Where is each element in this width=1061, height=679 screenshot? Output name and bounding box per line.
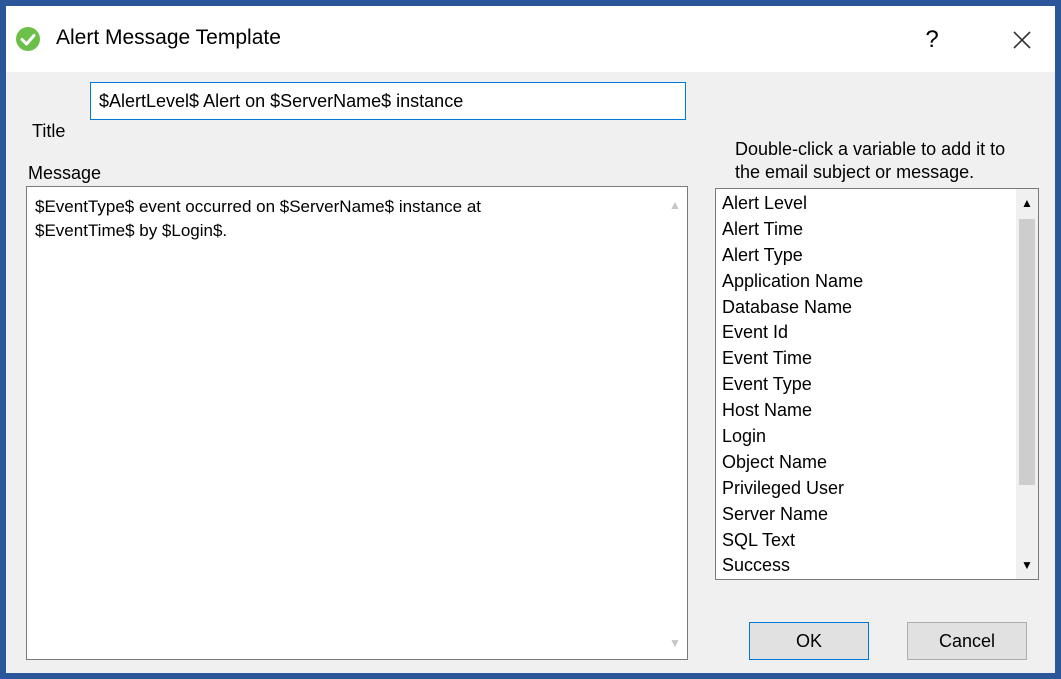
scroll-up-icon[interactable]: ▲ <box>663 193 687 217</box>
variable-hint: Double-click a variable to add it to the… <box>735 138 1005 184</box>
variable-hint-line2: the email subject or message. <box>735 162 975 182</box>
variable-list-item[interactable]: SQL Text <box>722 528 863 554</box>
variable-list-item[interactable]: Login <box>722 424 863 450</box>
message-label: Message <box>28 163 102 183</box>
dialog-content: Title Message Double-click a variable to… <box>6 72 1055 673</box>
help-button[interactable]: ? <box>902 20 962 60</box>
scroll-down-icon[interactable]: ▼ <box>663 631 687 655</box>
cancel-button[interactable]: Cancel <box>907 622 1027 660</box>
variable-list-scrollbar[interactable]: ▲ ▼ <box>1016 189 1038 579</box>
variable-list[interactable]: Alert Level Alert Time Alert Type Applicati… <box>715 188 1039 580</box>
title-input[interactable] <box>90 82 686 120</box>
variable-list-item[interactable]: Event Type <box>722 372 863 398</box>
scroll-down-icon[interactable]: ▼ <box>1015 553 1038 577</box>
window-border-bottom <box>0 673 1061 679</box>
window-border-right <box>1055 0 1061 679</box>
checkmark-icon <box>16 27 40 51</box>
message-text[interactable]: $EventType$ event occurred on $ServerNam… <box>35 195 645 243</box>
variable-list-item[interactable]: Privileged User <box>722 476 863 502</box>
variable-items: Alert Level Alert Time Alert Type Applicati… <box>722 191 863 579</box>
title-bar[interactable]: Alert Message Template ? <box>6 6 1055 72</box>
window-title: Alert Message Template <box>56 26 281 49</box>
message-scrollbar[interactable]: ▲ ▼ <box>663 187 687 659</box>
variable-list-item[interactable]: Success <box>722 553 863 579</box>
close-button[interactable] <box>992 20 1052 60</box>
scroll-up-icon[interactable]: ▲ <box>1015 191 1038 215</box>
ok-button[interactable]: OK <box>749 622 869 660</box>
variable-list-item[interactable]: Alert Type <box>722 243 863 269</box>
variable-list-item[interactable]: Event Time <box>722 346 863 372</box>
variable-list-item[interactable]: Alert Level <box>722 191 863 217</box>
scroll-thumb[interactable] <box>1019 219 1035 485</box>
alert-message-template-dialog: Alert Message Template ? Title Message D… <box>0 0 1061 679</box>
title-label: Title <box>32 121 66 141</box>
close-icon <box>1013 31 1031 49</box>
variable-hint-line1: Double-click a variable to add it to <box>735 139 1006 159</box>
variable-list-item[interactable]: Event Id <box>722 320 863 346</box>
variable-list-item[interactable]: Alert Time <box>722 217 863 243</box>
variable-list-item[interactable]: Host Name <box>722 398 863 424</box>
variable-list-item[interactable]: Application Name <box>722 269 863 295</box>
variable-list-item[interactable]: Object Name <box>722 450 863 476</box>
variable-list-item[interactable]: Server Name <box>722 502 863 528</box>
message-textarea[interactable]: $EventType$ event occurred on $ServerNam… <box>26 186 688 660</box>
variable-list-item[interactable]: Database Name <box>722 295 863 321</box>
